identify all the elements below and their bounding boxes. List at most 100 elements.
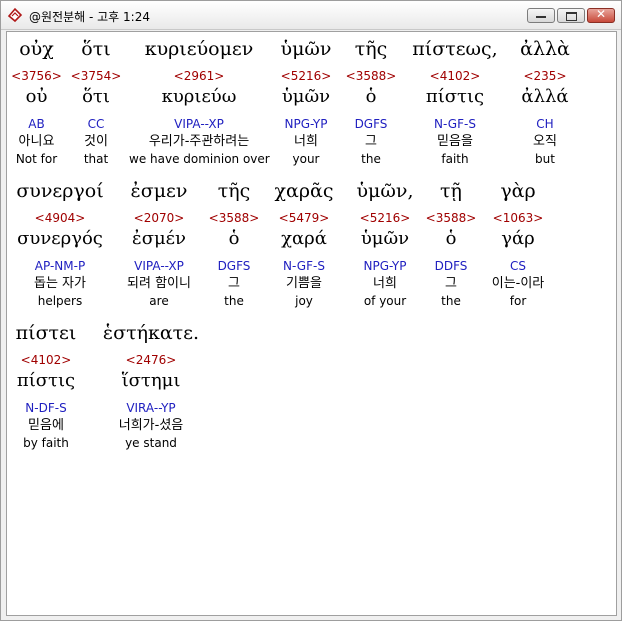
strong-number[interactable]: <2961>: [129, 67, 269, 85]
maximize-button[interactable]: [557, 8, 585, 23]
strong-number[interactable]: <2476>: [93, 351, 209, 369]
greek-word: χαρᾶς: [274, 180, 334, 202]
strong-number[interactable]: <3588>: [208, 209, 260, 227]
greek-word: πίστει: [15, 322, 77, 344]
greek-word: ἀλλὰ: [520, 38, 570, 60]
greek-word: ὑμῶν,: [356, 180, 414, 202]
korean-gloss: 너희가-셨음: [118, 418, 184, 433]
strong-number[interactable]: <5216>: [275, 67, 337, 85]
lemma: πίστις: [16, 370, 76, 391]
interlinear-view[interactable]: οὐχ <3756> οὐ AB 아니요 Not for ὅτι <3754> …: [6, 31, 617, 616]
lemma: ὁ: [365, 86, 377, 107]
strong-number[interactable]: <5479>: [267, 209, 341, 227]
english-gloss: of your: [363, 294, 407, 308]
lemma: ὅτι: [82, 86, 110, 107]
word-cell[interactable]: ἀλλὰ <235> ἀλλά CH 오직 but: [511, 36, 579, 167]
english-gloss: the: [361, 152, 381, 166]
word-cell[interactable]: ὑμῶν <5216> ὑμῶν NPG-YP 너희 your: [275, 36, 337, 167]
parsing-code: VIPA--XP: [174, 117, 224, 131]
parsing-code: VIRA--YP: [126, 401, 176, 415]
word-cell[interactable]: οὐχ <3756> οὐ AB 아니요 Not for: [7, 36, 66, 167]
strong-number[interactable]: <1063>: [481, 209, 555, 227]
parsing-code: N-GF-S: [434, 117, 476, 131]
word-cell[interactable]: κυριεύομεν <2961> κυριεύω VIPA--XP 우리가-주…: [129, 36, 270, 167]
lemma: χαρά: [281, 228, 327, 249]
strong-number[interactable]: <235>: [511, 67, 579, 85]
strong-number[interactable]: <2070>: [115, 209, 203, 227]
greek-word: ἐσμεν: [130, 180, 188, 202]
greek-word: τῆς: [354, 38, 388, 60]
greek-word: κυριεύομεν: [144, 38, 254, 60]
word-cell[interactable]: πίστει <4102> πίστις N-DF-S 믿음에 by faith: [7, 320, 85, 451]
minimize-button[interactable]: [527, 8, 555, 23]
strong-number[interactable]: <4904>: [7, 209, 113, 227]
greek-word: οὐχ: [19, 38, 54, 60]
strong-number[interactable]: <3756>: [7, 67, 66, 85]
lemma: ὑμῶν: [281, 86, 331, 107]
lemma: ἵστημι: [121, 370, 181, 391]
lemma: γάρ: [501, 228, 535, 249]
strong-number[interactable]: <4102>: [7, 351, 85, 369]
title-bar[interactable]: @원전분해 - 고후 1:24 ✕: [1, 1, 621, 30]
strong-number[interactable]: <4102>: [405, 67, 505, 85]
korean-gloss: 아니요: [18, 134, 55, 149]
lemma: πίστις: [425, 86, 485, 107]
korean-gloss: 오직: [533, 134, 557, 149]
korean-gloss: 이는-이라: [491, 276, 545, 291]
app-window: @원전분해 - 고후 1:24 ✕ οὐχ <3756> οὐ AB 아니요 N…: [0, 0, 622, 621]
lemma: ἐσμέν: [132, 228, 186, 249]
word-cell[interactable]: ὑμῶν, <5216> ὑμῶν NPG-YP 너희 of your: [347, 178, 423, 309]
word-cell[interactable]: ὅτι <3754> ὅτι CC 것이 that: [66, 36, 126, 167]
greek-word: ὅτι: [81, 38, 111, 60]
english-gloss: Not for: [15, 152, 58, 166]
english-gloss: for: [509, 294, 527, 308]
parsing-code: CC: [87, 117, 105, 131]
strong-number[interactable]: <3754>: [66, 67, 126, 85]
korean-gloss: 그: [228, 276, 240, 291]
korean-gloss: 기쁨을: [286, 276, 322, 291]
greek-word: τῇ: [440, 180, 462, 202]
lemma: συνεργός: [17, 228, 103, 249]
korean-gloss: 너희: [373, 276, 397, 291]
parsing-code: NPG-YP: [363, 259, 407, 273]
lemma: ὁ: [445, 228, 457, 249]
strong-number[interactable]: <3588>: [425, 209, 477, 227]
parsing-code: N-DF-S: [25, 401, 67, 415]
strong-number[interactable]: <5216>: [347, 209, 423, 227]
korean-gloss: 그: [445, 276, 457, 291]
english-gloss: faith: [441, 152, 469, 166]
korean-gloss: 돕는 자가: [34, 276, 86, 291]
greek-word: ὑμῶν: [280, 38, 332, 60]
parsing-code: DGFS: [217, 259, 251, 273]
greek-word: ἑστήκατε.: [102, 322, 200, 344]
word-cell[interactable]: τῆς <3588> ὁ DGFS 그 the: [208, 178, 260, 309]
parsing-code: CH: [536, 117, 554, 131]
word-cell[interactable]: χαρᾶς <5479> χαρά N-GF-S 기쁨을 joy: [267, 178, 341, 309]
parsing-code: DDFS: [434, 259, 468, 273]
word-cell[interactable]: τῆς <3588> ὁ DGFS 그 the: [343, 36, 399, 167]
word-cell[interactable]: γὰρ <1063> γάρ CS 이는-이라 for: [481, 178, 555, 309]
close-button[interactable]: ✕: [587, 7, 615, 23]
word-cell[interactable]: ἑστήκατε. <2476> ἵστημι VIRA--YP 너희가-셨음 …: [93, 320, 209, 451]
app-icon: [7, 7, 23, 23]
korean-gloss: 너희: [294, 134, 318, 149]
greek-word: τῆς: [217, 180, 251, 202]
lemma: ἀλλά: [521, 86, 569, 107]
english-gloss: your: [292, 152, 320, 166]
parsing-code: DGFS: [354, 117, 388, 131]
english-gloss: we have dominion over: [129, 152, 270, 166]
word-cell[interactable]: συνεργοί <4904> συνεργός AP-NM-P 돕는 자가 h…: [7, 178, 113, 309]
parsing-code: VIPA--XP: [134, 259, 184, 273]
parsing-code: AP-NM-P: [34, 259, 86, 273]
korean-gloss: 되려 함이니: [127, 276, 191, 291]
english-gloss: the: [441, 294, 461, 308]
word-cell[interactable]: πίστεως, <4102> πίστις N-GF-S 믿음을 faith: [405, 36, 505, 167]
word-cell[interactable]: ἐσμεν <2070> ἐσμέν VIPA--XP 되려 함이니 are: [115, 178, 203, 309]
word-cell[interactable]: τῇ <3588> ὁ DDFS 그 the: [425, 178, 477, 309]
greek-word: πίστεως,: [412, 38, 498, 60]
strong-number[interactable]: <3588>: [343, 67, 399, 85]
korean-gloss: 믿음을: [437, 134, 473, 149]
english-gloss: the: [224, 294, 244, 308]
greek-word: γὰρ: [500, 180, 536, 202]
close-icon: ✕: [595, 7, 607, 21]
